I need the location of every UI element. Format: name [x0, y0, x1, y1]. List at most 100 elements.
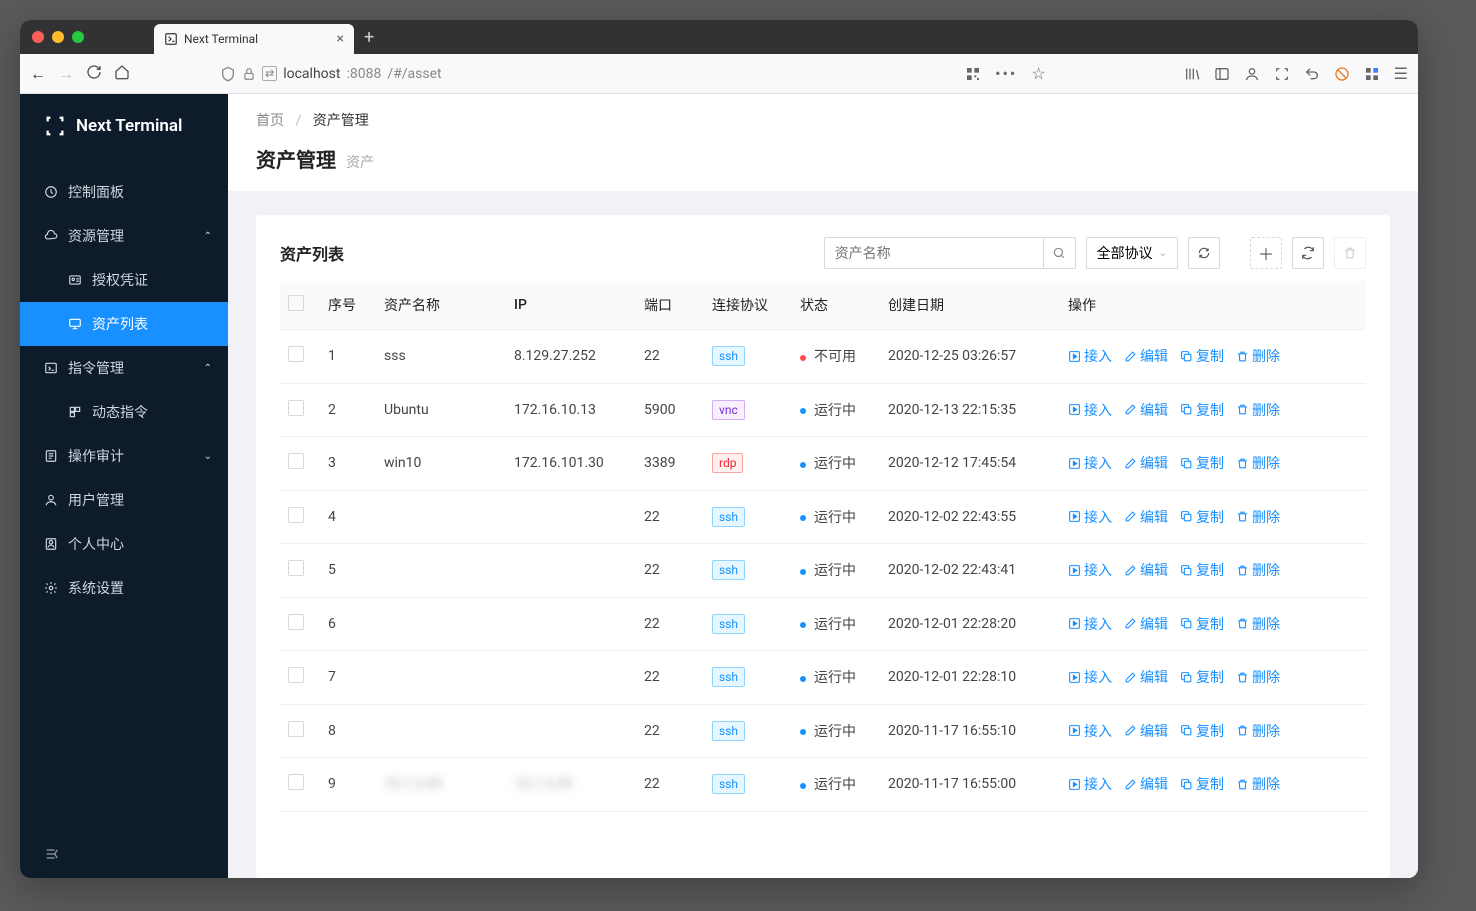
- page-header: 首页 / 资产管理 资产管理 资产: [228, 94, 1418, 191]
- action-copy[interactable]: 复制: [1180, 507, 1224, 527]
- browser-tab[interactable]: Next Terminal ×: [154, 24, 354, 54]
- add-button[interactable]: ＋: [1250, 237, 1282, 269]
- action-copy[interactable]: 复制: [1180, 774, 1224, 794]
- action-delete[interactable]: 删除: [1236, 614, 1280, 634]
- delete-button[interactable]: [1334, 237, 1366, 269]
- qr-icon[interactable]: [965, 66, 981, 82]
- action-edit[interactable]: 编辑: [1124, 507, 1168, 527]
- new-tab-button[interactable]: +: [364, 27, 374, 48]
- screenshot-icon[interactable]: [1274, 66, 1290, 82]
- action-copy[interactable]: 复制: [1180, 400, 1224, 420]
- action-delete[interactable]: 删除: [1236, 400, 1280, 420]
- action-connect[interactable]: 接入: [1068, 453, 1112, 473]
- row-checkbox[interactable]: [288, 453, 304, 469]
- action-edit[interactable]: 编辑: [1124, 774, 1168, 794]
- action-delete[interactable]: 删除: [1236, 507, 1280, 527]
- action-delete[interactable]: 删除: [1236, 774, 1280, 794]
- page-actions-button[interactable]: •••: [995, 64, 1017, 83]
- library-icon[interactable]: [1184, 66, 1200, 82]
- action-connect[interactable]: 接入: [1068, 774, 1112, 794]
- adblock-icon[interactable]: [1334, 66, 1350, 82]
- row-checkbox[interactable]: [288, 614, 304, 630]
- action-copy[interactable]: 复制: [1180, 560, 1224, 580]
- bookmark-button[interactable]: ☆: [1031, 64, 1045, 83]
- action-copy[interactable]: 复制: [1180, 614, 1224, 634]
- row-checkbox[interactable]: [288, 774, 304, 790]
- select-all-checkbox[interactable]: [288, 295, 304, 311]
- action-copy[interactable]: 复制: [1180, 721, 1224, 741]
- action-delete[interactable]: 删除: [1236, 721, 1280, 741]
- sidebar-item-resource[interactable]: 资源管理 ⌃: [20, 214, 228, 258]
- window-close-button[interactable]: [32, 31, 44, 43]
- cell-index: 1: [320, 330, 376, 384]
- trash-icon: [1236, 564, 1249, 577]
- window-minimize-button[interactable]: [52, 31, 64, 43]
- sidebar-item-asset[interactable]: 资产列表: [20, 302, 228, 346]
- row-checkbox[interactable]: [288, 346, 304, 362]
- extensions-icon[interactable]: [1364, 66, 1380, 82]
- status-dot: [800, 515, 806, 521]
- cell-status: 运行中: [792, 704, 880, 758]
- row-checkbox[interactable]: [288, 400, 304, 416]
- action-connect[interactable]: 接入: [1068, 614, 1112, 634]
- row-checkbox[interactable]: [288, 667, 304, 683]
- action-edit[interactable]: 编辑: [1124, 721, 1168, 741]
- action-edit[interactable]: 编辑: [1124, 453, 1168, 473]
- edit-icon: [1124, 457, 1137, 470]
- action-connect[interactable]: 接入: [1068, 560, 1112, 580]
- action-delete[interactable]: 删除: [1236, 667, 1280, 687]
- home-button[interactable]: [114, 64, 130, 84]
- copy-icon: [1180, 564, 1193, 577]
- account-icon[interactable]: [1244, 66, 1260, 82]
- sidebar-item-profile[interactable]: 个人中心: [20, 522, 228, 566]
- menu-button[interactable]: ☰: [1394, 64, 1408, 83]
- window-maximize-button[interactable]: [72, 31, 84, 43]
- sidebar-item-credential[interactable]: 授权凭证: [20, 258, 228, 302]
- action-delete[interactable]: 删除: [1236, 346, 1280, 366]
- action-edit[interactable]: 编辑: [1124, 667, 1168, 687]
- forward-button[interactable]: →: [58, 64, 74, 84]
- sidebar-item-command[interactable]: 指令管理 ⌃: [20, 346, 228, 390]
- action-edit[interactable]: 编辑: [1124, 400, 1168, 420]
- cell-protocol: ssh: [704, 544, 792, 598]
- protocol-select[interactable]: 全部协议 ⌄: [1086, 237, 1178, 269]
- action-connect[interactable]: 接入: [1068, 346, 1112, 366]
- tab-close-button[interactable]: ×: [337, 31, 344, 47]
- undo-icon[interactable]: [1304, 66, 1320, 82]
- sidebar-item-settings[interactable]: 系统设置: [20, 566, 228, 610]
- sidebar-collapse-button[interactable]: [20, 834, 228, 878]
- sidebar-item-dashboard[interactable]: 控制面板: [20, 170, 228, 214]
- action-delete[interactable]: 删除: [1236, 560, 1280, 580]
- action-copy[interactable]: 复制: [1180, 346, 1224, 366]
- back-button[interactable]: ←: [30, 64, 46, 84]
- action-connect[interactable]: 接入: [1068, 667, 1112, 687]
- action-connect[interactable]: 接入: [1068, 507, 1112, 527]
- column-index: 序号: [320, 281, 376, 330]
- search-input[interactable]: [824, 237, 1044, 269]
- action-delete[interactable]: 删除: [1236, 453, 1280, 473]
- trash-icon: [1236, 617, 1249, 630]
- sidebar-toggle-icon[interactable]: [1214, 66, 1230, 82]
- action-edit[interactable]: 编辑: [1124, 346, 1168, 366]
- breadcrumb-home[interactable]: 首页: [256, 113, 284, 129]
- row-checkbox[interactable]: [288, 721, 304, 737]
- tab-favicon: [164, 32, 178, 46]
- refresh-button[interactable]: [1188, 237, 1220, 269]
- reload-button[interactable]: [86, 64, 102, 84]
- sidebar-item-dynamic-command[interactable]: 动态指令: [20, 390, 228, 434]
- logo-icon: [44, 115, 66, 137]
- sidebar-item-audit[interactable]: 操作审计 ⌄: [20, 434, 228, 478]
- action-edit[interactable]: 编辑: [1124, 614, 1168, 634]
- action-connect[interactable]: 接入: [1068, 721, 1112, 741]
- row-checkbox[interactable]: [288, 507, 304, 523]
- action-copy[interactable]: 复制: [1180, 667, 1224, 687]
- search-button[interactable]: [1044, 237, 1076, 269]
- cell-port: 22: [636, 597, 704, 651]
- url-bar[interactable]: ⇄ localhost:8088/#/asset: [220, 66, 955, 82]
- row-checkbox[interactable]: [288, 560, 304, 576]
- action-edit[interactable]: 编辑: [1124, 560, 1168, 580]
- action-copy[interactable]: 复制: [1180, 453, 1224, 473]
- sidebar-item-user[interactable]: 用户管理: [20, 478, 228, 522]
- sync-button[interactable]: [1292, 237, 1324, 269]
- action-connect[interactable]: 接入: [1068, 400, 1112, 420]
